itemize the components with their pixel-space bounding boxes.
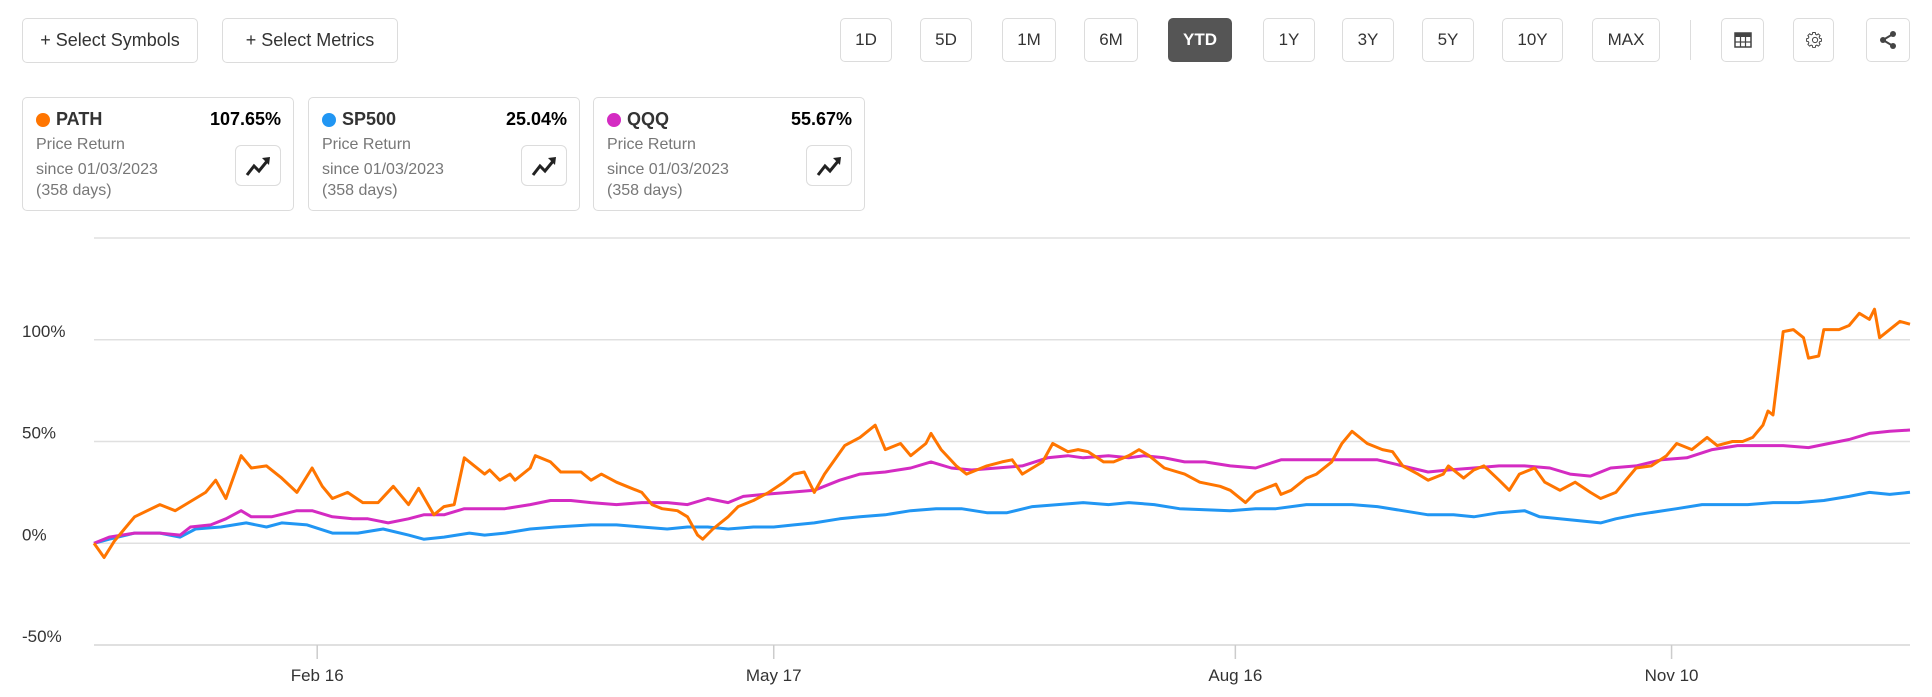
x-tick-label: Aug 16: [1208, 666, 1262, 685]
x-tick-label: Nov 10: [1645, 666, 1699, 685]
x-tick-label: Feb 16: [291, 666, 344, 685]
y-tick-label: 100%: [22, 322, 65, 341]
x-tick-label: May 17: [746, 666, 802, 685]
price-return-chart[interactable]: 100% 50% 0% -50% Feb 16 May 17 Aug 16 Nov 10: [0, 0, 1932, 697]
series-line-qqq: [93, 428, 1911, 545]
y-tick-label: -50%: [22, 627, 62, 646]
y-tick-label: 0%: [22, 525, 47, 544]
y-tick-label: 50%: [22, 424, 56, 443]
